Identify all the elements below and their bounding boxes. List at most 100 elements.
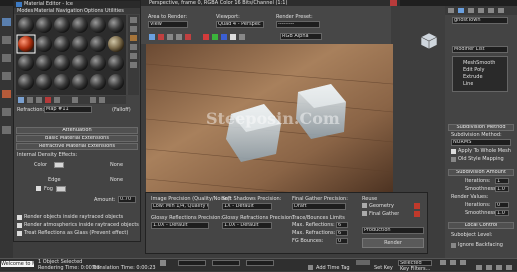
mirror-tool-icon[interactable] xyxy=(2,108,11,116)
render-preset-dropdown[interactable]: --------- xyxy=(276,21,320,28)
geometry-clear-icon[interactable] xyxy=(414,203,420,209)
mono-icon[interactable] xyxy=(239,34,245,40)
reset-map-icon[interactable] xyxy=(45,97,51,103)
scale-tool-icon[interactable] xyxy=(2,72,11,80)
y-coordinate-field[interactable] xyxy=(212,260,240,266)
render-button[interactable]: Render xyxy=(362,238,424,248)
render-iterations-field[interactable]: 0 xyxy=(495,202,509,208)
glossy-refractions-slider[interactable]: 1.0X - Default xyxy=(222,222,272,229)
create-tab-icon[interactable] xyxy=(448,8,454,13)
channel-display-dropdown[interactable]: RGB Alpha xyxy=(280,33,322,40)
soft-shadows-slider[interactable]: 1X - Default xyxy=(222,203,272,210)
blue-channel-icon[interactable] xyxy=(221,34,227,40)
select-tool-icon[interactable] xyxy=(2,18,11,26)
utilities-tab-icon[interactable] xyxy=(498,8,504,13)
green-channel-icon[interactable] xyxy=(212,34,218,40)
go-to-start-icon[interactable] xyxy=(440,260,446,265)
motion-tab-icon[interactable] xyxy=(478,8,484,13)
menu-navigation[interactable]: Navigation xyxy=(56,8,83,14)
clone-window-icon[interactable] xyxy=(167,34,173,40)
lock-selection-icon[interactable] xyxy=(160,260,166,266)
stack-item-edit-poly[interactable]: Edit Poly xyxy=(463,67,485,73)
final-gather-clear-icon[interactable] xyxy=(414,211,420,217)
production-dropdown[interactable]: Production xyxy=(362,227,424,234)
go-to-end-icon[interactable] xyxy=(460,260,466,265)
make-preview-icon[interactable] xyxy=(130,62,137,68)
uv-tiling-icon[interactable] xyxy=(130,44,137,50)
play-icon[interactable] xyxy=(450,260,456,265)
area-to-render-dropdown[interactable]: View xyxy=(148,21,188,28)
material-editor-titlebar[interactable]: Material Editor - Ice xyxy=(14,1,140,8)
menu-utilities[interactable]: Utilities xyxy=(105,8,124,14)
attenuation-rollout[interactable]: Attenuation xyxy=(16,127,138,134)
modify-tab-icon[interactable] xyxy=(458,8,464,13)
clear-icon[interactable] xyxy=(185,34,191,40)
glossy-reflections-slider[interactable]: 1.0X - Default xyxy=(151,222,209,229)
checkbox-treat-reflections[interactable] xyxy=(17,231,22,236)
local-control-rollout[interactable]: Local Control xyxy=(448,222,514,229)
menu-options[interactable]: Options xyxy=(84,8,103,14)
copy-material-icon[interactable] xyxy=(54,97,60,103)
align-tool-icon[interactable] xyxy=(2,126,11,134)
zoom-icon[interactable] xyxy=(476,265,482,270)
menu-material[interactable]: Material xyxy=(34,8,54,14)
save-image-icon[interactable] xyxy=(149,34,155,40)
viewport-dropdown[interactable]: Quad 4 - Perspec xyxy=(216,21,264,28)
amount-field[interactable]: 0.70 xyxy=(118,196,136,203)
rotate-tool-icon[interactable] xyxy=(2,54,11,62)
basic-material-extensions-rollout[interactable]: Basic Material Extensions xyxy=(16,135,138,142)
show-map-icon[interactable] xyxy=(72,97,78,103)
backlight-icon[interactable] xyxy=(130,26,137,32)
maximize-viewport-icon[interactable] xyxy=(506,265,512,270)
viewcube-icon[interactable] xyxy=(420,32,438,50)
add-time-tag-text[interactable]: Add Time Tag xyxy=(316,265,350,271)
subdivision-method-rollout[interactable]: Subdivision Method xyxy=(448,124,514,131)
assign-material-icon[interactable] xyxy=(36,97,42,103)
move-tool-icon[interactable] xyxy=(2,36,11,44)
video-check-icon[interactable] xyxy=(130,53,137,59)
get-material-icon[interactable] xyxy=(18,97,24,103)
ignore-backfacing-checkbox[interactable] xyxy=(451,243,456,248)
auto-key-icon[interactable] xyxy=(356,260,370,265)
fg-bounces-field[interactable]: 0 xyxy=(336,238,348,244)
fog-color-swatch[interactable] xyxy=(56,186,66,192)
z-coordinate-field[interactable] xyxy=(246,260,274,266)
geometry-reuse-icon[interactable] xyxy=(362,203,367,208)
modifier-list-dropdown[interactable]: Modifier List xyxy=(452,46,508,53)
display-tab-icon[interactable] xyxy=(488,8,494,13)
copy-image-icon[interactable] xyxy=(158,34,164,40)
final-gather-slider[interactable]: Draft xyxy=(292,203,346,210)
x-coordinate-field[interactable] xyxy=(178,260,206,266)
orbit-icon[interactable] xyxy=(496,265,502,270)
key-filters-button[interactable]: Key Filters... xyxy=(400,266,430,272)
put-material-icon[interactable] xyxy=(27,97,33,103)
maxscript-listener[interactable]: Welcome to M xyxy=(1,261,34,267)
refractive-material-extensions-rollout[interactable]: Refractive Material Extensions xyxy=(16,143,138,150)
alpha-channel-icon[interactable] xyxy=(230,34,236,40)
object-name-field[interactable]: ghostTown xyxy=(452,17,508,24)
sample-slot-spheres[interactable] xyxy=(16,15,126,95)
pan-icon[interactable] xyxy=(486,265,492,270)
menu-modes[interactable]: Modes xyxy=(17,8,33,14)
frame-window-close-icon[interactable] xyxy=(390,0,397,6)
subdivision-method-dropdown[interactable]: NURMS xyxy=(451,139,511,146)
smoothness-field[interactable]: 1.0 xyxy=(495,186,509,192)
render-smoothness-field[interactable]: 1.0 xyxy=(495,210,509,216)
frame-window-titlebar[interactable]: Perspective, frame 0, RGBA Color 16 Bits… xyxy=(141,0,400,6)
old-style-mapping-checkbox[interactable] xyxy=(451,157,456,162)
red-channel-icon[interactable] xyxy=(203,34,209,40)
subdivision-amount-rollout[interactable]: Subdivision Amount xyxy=(448,169,514,176)
go-forward-icon[interactable] xyxy=(99,97,105,103)
background-icon[interactable] xyxy=(130,35,137,41)
checkbox-atmospherics-inside[interactable] xyxy=(17,223,22,228)
set-key-text[interactable]: Set Key xyxy=(374,265,393,271)
map-name-field[interactable]: Map #11 xyxy=(44,106,92,113)
print-image-icon[interactable] xyxy=(176,34,182,40)
stack-item-meshsmooth[interactable]: MeshSmooth xyxy=(463,60,495,66)
checkbox-render-inside[interactable] xyxy=(17,215,22,220)
hierarchy-tab-icon[interactable] xyxy=(468,8,474,13)
time-tag-icon[interactable] xyxy=(308,265,313,270)
sample-type-icon[interactable] xyxy=(130,17,137,23)
stack-item-extrude[interactable]: Extrude xyxy=(463,74,483,80)
iterations-field[interactable]: 1 xyxy=(495,178,509,184)
